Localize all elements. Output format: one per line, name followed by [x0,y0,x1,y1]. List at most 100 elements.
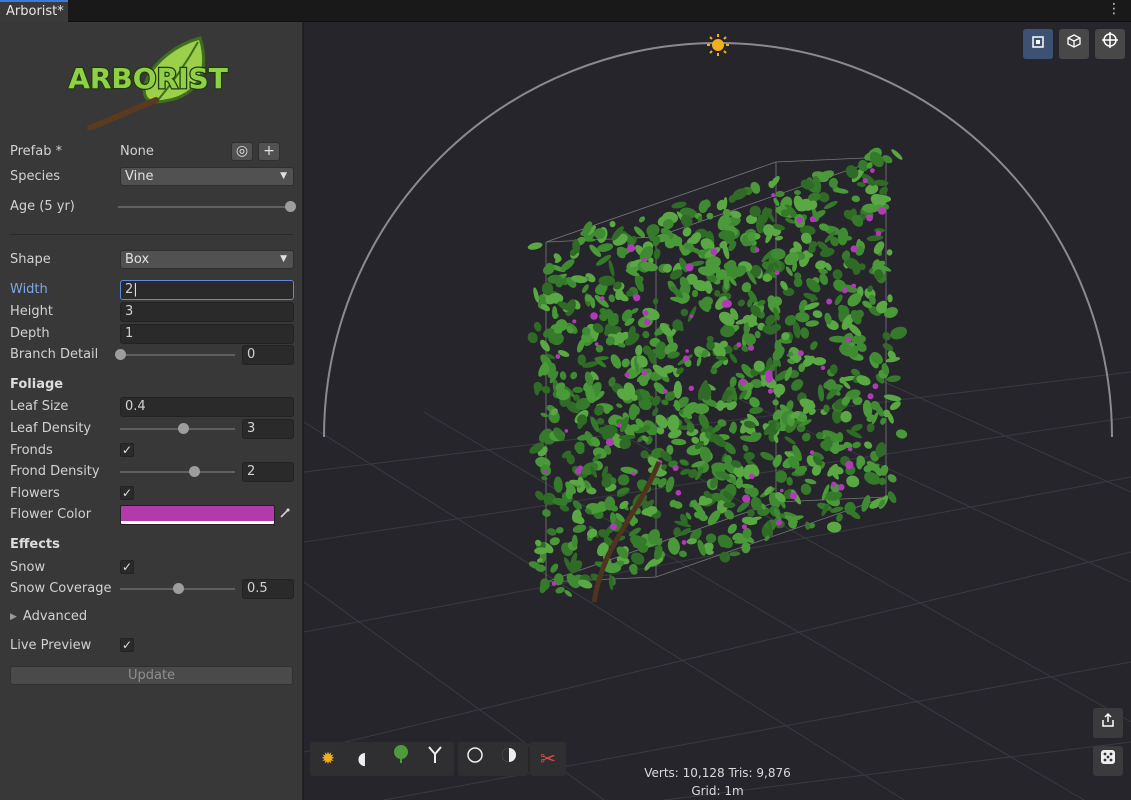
live-preview-row: Live Preview ✓ [10,636,295,656]
age-label: Age (5 yr) [10,199,75,214]
flower [741,524,747,530]
flowers-checkbox[interactable]: ✓ [120,486,134,500]
flower [826,298,833,305]
prefab-add-button[interactable]: + [258,142,280,161]
flower [685,349,689,353]
advanced-foldout[interactable]: ▶ Advanced [10,609,87,624]
tab-arborist[interactable]: Arborist* [0,0,68,22]
live-preview-checkbox[interactable]: ✓ [120,638,134,652]
branch-detail-slider-knob[interactable] [115,349,126,360]
branch-detail-slider-track[interactable] [120,354,235,356]
species-dropdown[interactable]: Vine ▼ [120,167,294,186]
frond-density-input[interactable]: 2 [242,462,294,482]
flower [642,310,649,316]
fronds-checkbox[interactable]: ✓ [120,443,134,457]
flower [845,460,854,470]
leaf [680,308,689,317]
leaf [527,332,538,344]
species-value: Vine [125,169,154,184]
prefab-value: None [120,144,154,159]
leaf [533,287,540,303]
leaf-density-input[interactable]: 3 [242,419,294,439]
flower [551,581,557,586]
scene-viewport[interactable]: ✹ ◖ ✂ Verts: 10,128 Tris: 9,876 Grid: 1m [304,22,1131,800]
eyedropper-icon[interactable] [277,506,294,523]
leaf [553,476,563,493]
frame-icon[interactable] [1023,29,1053,59]
snow-checkbox[interactable]: ✓ [120,560,134,574]
kebab-menu-icon[interactable]: ⋮ [1107,2,1121,16]
leaf [793,277,803,288]
leaf [691,289,699,298]
leaf [559,371,567,380]
shape-label: Shape [10,252,51,267]
flower [775,519,783,526]
branch-detail-row: Branch Detail 0 [10,345,295,365]
branch-detail-input[interactable]: 0 [242,345,294,365]
height-label: Height [10,304,53,319]
leaf [741,542,751,554]
leaf-density-slider-knob[interactable] [178,423,190,434]
leaf [794,189,801,196]
sun-light-icon[interactable] [707,34,729,56]
leaf [866,235,884,242]
export-icon[interactable] [1093,708,1123,738]
tab-bar: Arborist* ⋮ [0,0,1131,22]
chevron-down-icon: ▼ [280,171,287,181]
width-input[interactable]: 2| [120,280,294,300]
flower [683,355,689,362]
leaf [773,197,780,206]
leaf [638,216,646,223]
leaf [786,476,793,486]
frond-density-slider-knob[interactable] [188,466,200,477]
randomize-dice-icon[interactable] [1093,746,1123,776]
age-slider-knob[interactable] [285,201,296,212]
flower [564,429,569,433]
flowers-row: Flowers ✓ [10,484,295,504]
height-input[interactable]: 3 [120,302,294,322]
width-row: Width 2| [10,280,295,300]
flower [710,248,718,256]
leaf [653,382,666,395]
leaf [895,429,908,439]
leaf [812,310,823,318]
flower [590,312,598,320]
flower-color-alpha-bar [121,521,274,524]
scene-canvas[interactable] [304,22,1131,800]
prefab-target-button[interactable]: ◎ [231,142,253,161]
flower [688,385,694,391]
crosshair-icon[interactable] [1095,29,1125,59]
cube-icon[interactable] [1059,29,1089,59]
flower [572,319,577,324]
flower [739,378,747,386]
leaf [804,521,811,530]
leaf [635,344,643,356]
flower [851,283,856,289]
age-slider-track[interactable] [118,206,290,208]
flower [875,230,882,237]
flower [780,488,784,493]
leaf [834,294,843,306]
leaf [800,327,810,339]
leaf [851,195,860,203]
snow-coverage-slider-knob[interactable] [172,583,184,594]
flower [663,389,668,394]
leaf [705,533,717,544]
flower-color-swatch[interactable] [120,505,275,525]
leaf [598,275,616,286]
leaf [730,421,737,434]
leaf [652,298,659,305]
leaf-size-input[interactable]: 0.4 [120,397,294,417]
snow-coverage-input[interactable]: 0.5 [242,579,294,599]
update-button[interactable]: Update [10,666,293,685]
flower [867,393,874,400]
depth-input[interactable]: 1 [120,324,294,344]
leaf [882,343,894,352]
leaf [812,357,827,366]
leaf [570,371,578,380]
shape-dropdown[interactable]: Box ▼ [120,250,294,269]
leaf [852,441,861,449]
foliage-header: Foliage [10,377,64,392]
frond-density-slider-track[interactable] [120,471,235,473]
leaf [864,441,873,449]
